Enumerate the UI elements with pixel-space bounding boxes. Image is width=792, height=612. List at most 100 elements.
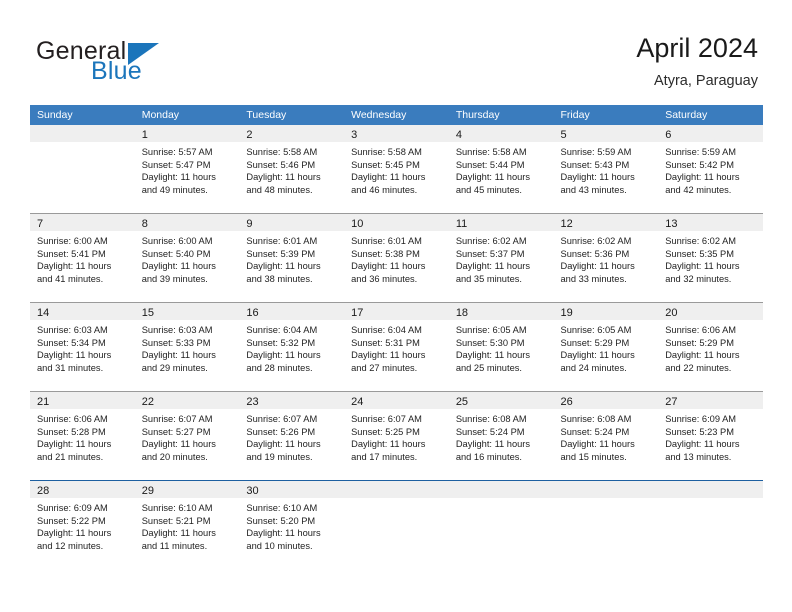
day-number: 9 — [246, 218, 253, 230]
daylight-text-line1: Daylight: 11 hours — [665, 172, 740, 183]
day-cell[interactable]: 30 Sunrise: 6:10 AM Sunset: 5:20 PM Dayl… — [239, 481, 345, 569]
day-number: 8 — [141, 218, 148, 230]
daylight-text-line2: and 29 minutes. — [141, 362, 208, 373]
day-cell[interactable] — [658, 481, 763, 569]
day-cell[interactable]: 25 Sunrise: 6:08 AM Sunset: 5:24 PM Dayl… — [448, 392, 554, 480]
daylight-text-line1: Daylight: 11 hours — [351, 350, 426, 361]
day-cell[interactable]: 26 Sunrise: 6:08 AM Sunset: 5:24 PM Dayl… — [553, 392, 659, 480]
sunrise-text: Sunrise: 6:05 AM — [455, 325, 527, 335]
sunset-text: Sunset: 5:47 PM — [141, 159, 211, 170]
day-number: 27 — [665, 396, 678, 408]
daylight-text-line2: and 46 minutes. — [351, 184, 418, 195]
day-cell[interactable]: 2 Sunrise: 5:58 AM Sunset: 5:46 PM Dayli… — [239, 125, 345, 213]
day-cell[interactable]: 8 Sunrise: 6:00 AM Sunset: 5:40 PM Dayli… — [134, 214, 240, 302]
day-cell[interactable]: 29 Sunrise: 6:10 AM Sunset: 5:21 PM Dayl… — [134, 481, 240, 569]
daylight-text-line1: Daylight: 11 hours — [560, 439, 635, 450]
sunrise-text: Sunrise: 6:04 AM — [246, 325, 318, 335]
daylight-text-line1: Daylight: 11 hours — [37, 350, 112, 361]
day-cell[interactable]: 22 Sunrise: 6:07 AM Sunset: 5:27 PM Dayl… — [134, 392, 240, 480]
daylight-text-line2: and 15 minutes. — [560, 451, 627, 462]
weekday-header-row: Sunday Monday Tuesday Wednesday Thursday… — [30, 105, 763, 125]
daylight-text-line1: Daylight: 11 hours — [246, 439, 321, 450]
sunrise-text: Sunrise: 6:08 AM — [455, 414, 527, 424]
day-cell[interactable]: 23 Sunrise: 6:07 AM Sunset: 5:26 PM Dayl… — [239, 392, 345, 480]
day-cell[interactable]: 18 Sunrise: 6:05 AM Sunset: 5:30 PM Dayl… — [448, 303, 554, 391]
daylight-text-line2: and 10 minutes. — [246, 540, 313, 551]
day-cell[interactable]: 10 Sunrise: 6:01 AM Sunset: 5:38 PM Dayl… — [344, 214, 449, 302]
daylight-text-line2: and 42 minutes. — [665, 184, 732, 195]
day-cell[interactable]: 15 Sunrise: 6:03 AM Sunset: 5:33 PM Dayl… — [134, 303, 240, 391]
week-row: 1 Sunrise: 5:57 AM Sunset: 5:47 PM Dayli… — [30, 125, 763, 213]
daylight-text-line2: and 25 minutes. — [455, 362, 522, 373]
day-cell[interactable]: 24 Sunrise: 6:07 AM Sunset: 5:25 PM Dayl… — [344, 392, 449, 480]
day-cell[interactable]: 1 Sunrise: 5:57 AM Sunset: 5:47 PM Dayli… — [134, 125, 240, 213]
day-cell[interactable]: 6 Sunrise: 5:59 AM Sunset: 5:42 PM Dayli… — [658, 125, 763, 213]
daylight-text-line2: and 22 minutes. — [665, 362, 732, 373]
page-header: General Blue April 2024 Atyra, Paraguay — [0, 0, 792, 104]
sunset-text: Sunset: 5:22 PM — [37, 515, 106, 526]
daylight-text-line1: Daylight: 11 hours — [141, 350, 216, 361]
sunrise-text: Sunrise: 6:07 AM — [351, 414, 422, 424]
day-cell[interactable]: 20 Sunrise: 6:06 AM Sunset: 5:29 PM Dayl… — [658, 303, 763, 391]
sunset-text: Sunset: 5:24 PM — [560, 426, 630, 437]
sunrise-text: Sunrise: 5:58 AM — [246, 147, 318, 157]
day-number: 23 — [246, 396, 259, 408]
sunrise-text: Sunrise: 6:09 AM — [37, 503, 108, 513]
daylight-text-line1: Daylight: 11 hours — [351, 261, 426, 272]
day-cell[interactable] — [30, 125, 135, 213]
sunset-text: Sunset: 5:20 PM — [246, 515, 316, 526]
day-cell[interactable]: 11 Sunrise: 6:02 AM Sunset: 5:37 PM Dayl… — [448, 214, 554, 302]
daylight-text-line2: and 12 minutes. — [37, 540, 104, 551]
daylight-text-line2: and 19 minutes. — [246, 451, 313, 462]
day-cell[interactable]: 9 Sunrise: 6:01 AM Sunset: 5:39 PM Dayli… — [239, 214, 345, 302]
location-subtitle: Atyra, Paraguay — [654, 73, 758, 89]
sunset-text: Sunset: 5:21 PM — [141, 515, 211, 526]
day-number: 11 — [455, 218, 468, 230]
daylight-text-line2: and 20 minutes. — [141, 451, 208, 462]
daylight-text-line2: and 38 minutes. — [246, 273, 313, 284]
day-cell[interactable]: 4 Sunrise: 5:58 AM Sunset: 5:44 PM Dayli… — [448, 125, 554, 213]
day-number: 16 — [246, 307, 259, 319]
sunset-text: Sunset: 5:40 PM — [141, 248, 211, 259]
day-number: 5 — [560, 129, 567, 141]
sunrise-text: Sunrise: 6:06 AM — [37, 414, 108, 424]
day-number: 10 — [351, 218, 364, 230]
day-cell[interactable]: 16 Sunrise: 6:04 AM Sunset: 5:32 PM Dayl… — [239, 303, 345, 391]
day-cell[interactable]: 19 Sunrise: 6:05 AM Sunset: 5:29 PM Dayl… — [553, 303, 659, 391]
day-cell[interactable] — [553, 481, 659, 569]
sunset-text: Sunset: 5:45 PM — [351, 159, 420, 170]
sunset-text: Sunset: 5:33 PM — [141, 337, 211, 348]
day-number: 25 — [455, 396, 469, 408]
sunset-text: Sunset: 5:43 PM — [560, 159, 630, 170]
sunset-text: Sunset: 5:46 PM — [246, 159, 316, 170]
daylight-text-line1: Daylight: 11 hours — [665, 261, 740, 272]
day-cell[interactable]: 3 Sunrise: 5:58 AM Sunset: 5:45 PM Dayli… — [344, 125, 449, 213]
day-number: 15 — [141, 307, 154, 319]
day-cell[interactable]: 7 Sunrise: 6:00 AM Sunset: 5:41 PM Dayli… — [30, 214, 135, 302]
day-cell[interactable]: 5 Sunrise: 5:59 AM Sunset: 5:43 PM Dayli… — [553, 125, 659, 213]
sunrise-text: Sunrise: 5:58 AM — [455, 147, 527, 157]
day-cell[interactable]: 21 Sunrise: 6:06 AM Sunset: 5:28 PM Dayl… — [30, 392, 135, 480]
day-cell[interactable] — [448, 481, 554, 569]
day-cell[interactable]: 12 Sunrise: 6:02 AM Sunset: 5:36 PM Dayl… — [553, 214, 659, 302]
day-cell[interactable] — [344, 481, 449, 569]
sunrise-text: Sunrise: 6:04 AM — [351, 325, 422, 335]
weekday-header-wednesday: Wednesday — [351, 109, 407, 121]
day-number: 17 — [351, 307, 364, 319]
daylight-text-line1: Daylight: 11 hours — [560, 350, 635, 361]
day-cell[interactable]: 28 Sunrise: 6:09 AM Sunset: 5:22 PM Dayl… — [30, 481, 135, 569]
sunset-text: Sunset: 5:25 PM — [351, 426, 420, 437]
day-cell[interactable]: 13 Sunrise: 6:02 AM Sunset: 5:35 PM Dayl… — [658, 214, 763, 302]
general-blue-logo[interactable]: General Blue — [36, 38, 246, 90]
sunset-text: Sunset: 5:36 PM — [560, 248, 630, 259]
weekday-header-monday: Monday — [141, 109, 180, 121]
daylight-text-line1: Daylight: 11 hours — [351, 172, 426, 183]
day-cell[interactable]: 14 Sunrise: 6:03 AM Sunset: 5:34 PM Dayl… — [30, 303, 135, 391]
sunset-text: Sunset: 5:37 PM — [455, 248, 525, 259]
daylight-text-line2: and 13 minutes. — [665, 451, 732, 462]
sunset-text: Sunset: 5:42 PM — [665, 159, 734, 170]
day-cell[interactable]: 27 Sunrise: 6:09 AM Sunset: 5:23 PM Dayl… — [658, 392, 763, 480]
day-cell[interactable]: 17 Sunrise: 6:04 AM Sunset: 5:31 PM Dayl… — [344, 303, 449, 391]
sunrise-text: Sunrise: 6:01 AM — [246, 236, 318, 246]
daylight-text-line1: Daylight: 11 hours — [665, 350, 740, 361]
